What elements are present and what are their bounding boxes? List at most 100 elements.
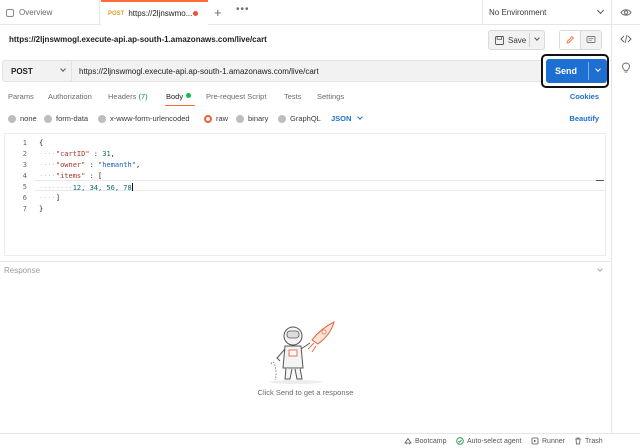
method-select[interactable]: POST [2, 60, 72, 82]
code-snippet-button[interactable] [620, 33, 632, 45]
tab-params[interactable]: Params [8, 92, 34, 101]
json-value: "hemanth" [98, 161, 136, 169]
code-line: { [39, 139, 43, 147]
radio-raw-label: raw [216, 114, 229, 123]
json-array-values: 12, 34, 56, 78 [72, 184, 132, 192]
chevron-down-icon[interactable] [595, 66, 601, 72]
json-bracket: [ [98, 172, 103, 180]
runner-label: Runner [542, 437, 565, 445]
runner-button[interactable]: Runner [531, 437, 565, 445]
trash-button[interactable]: Trash [574, 437, 603, 445]
response-label: Response [4, 266, 41, 275]
save-label: Save [508, 35, 527, 45]
radio-form-data[interactable]: form-data [44, 114, 88, 123]
code-line: ····] [39, 194, 61, 202]
bootcamp-icon [404, 437, 412, 445]
code-icon [620, 34, 632, 44]
line-number: 5 [22, 183, 27, 191]
edit-mode-button[interactable] [560, 31, 581, 49]
request-title-row: https://2ljnswmogl.execute-api.ap-south-… [0, 25, 611, 57]
body-editor[interactable]: 1 2 3 4 5 6 7 { ····"cartID" : 31, ····"… [4, 133, 606, 256]
tab-tests[interactable]: Tests [284, 92, 302, 101]
radio-graphql[interactable]: GraphQL [278, 114, 321, 123]
beautify-link[interactable]: Beautify [569, 114, 599, 123]
overview-icon [6, 8, 14, 17]
tab-settings[interactable]: Settings [317, 92, 344, 101]
json-key: "cartID" [55, 150, 90, 158]
tab-method-label: POST [108, 10, 125, 17]
radio-binary[interactable]: binary [236, 114, 268, 123]
radio-selected-icon [204, 114, 212, 123]
radio-circle-icon [278, 114, 286, 123]
radio-graphql-label: GraphQL [290, 114, 321, 123]
astronaut-illustration-icon [270, 321, 335, 384]
headers-count: (7) [138, 92, 148, 101]
format-label: JSON [331, 114, 352, 123]
chevron-down-icon[interactable] [534, 35, 540, 41]
tab-body[interactable]: Body [166, 92, 192, 101]
radio-urlencoded-label: x-www-form-urlencoded [110, 114, 190, 123]
tab-headers[interactable]: Headers (7) [108, 92, 148, 101]
lightbulb-icon [622, 62, 630, 73]
environment-select[interactable]: No Environment [482, 0, 611, 25]
chevron-down-icon [596, 6, 605, 15]
send-divider [588, 62, 589, 80]
trash-icon [575, 437, 581, 445]
radio-none[interactable]: none [8, 114, 37, 123]
check-circle-icon [456, 437, 464, 445]
tab-authorization[interactable]: Authorization [48, 92, 92, 101]
save-icon [495, 35, 504, 45]
view-mode-toggle [559, 30, 602, 50]
format-select[interactable]: JSON [331, 114, 364, 123]
save-button[interactable]: Save [488, 30, 545, 50]
url-input[interactable]: https://2ljnswmogl.execute-api.ap-south-… [72, 60, 542, 82]
status-bar: Bootcamp Auto-select agent Runner Trash [0, 433, 640, 448]
new-tab-button[interactable]: + [214, 5, 222, 20]
code-token: } [39, 205, 44, 213]
tab-overview[interactable]: Overview [0, 0, 100, 25]
line-gutter: 1 2 3 4 5 6 7 [5, 134, 33, 255]
auto-select-agent-label: Auto-select agent [467, 437, 522, 445]
json-value: 31 [102, 150, 111, 158]
body-type-selector: none form-data x-www-form-urlencoded raw… [0, 110, 611, 128]
radio-urlencoded[interactable]: x-www-form-urlencoded [98, 114, 190, 123]
response-divider[interactable] [0, 261, 611, 262]
json-key: "items" [55, 172, 86, 180]
send-button[interactable]: Send [546, 59, 607, 83]
chevron-down-icon [60, 66, 66, 72]
line-number: 1 [22, 139, 27, 147]
line-number: 4 [22, 172, 27, 180]
more-tabs-button[interactable]: ••• [236, 4, 250, 15]
radio-raw[interactable]: raw [204, 114, 228, 123]
request-tabs: Params Authorization Headers (7) Body Pr… [0, 88, 611, 106]
tab-pre-request-script[interactable]: Pre-request Script [206, 92, 266, 101]
auto-select-agent-button[interactable]: Auto-select agent [456, 437, 521, 445]
cookies-link[interactable]: Cookies [570, 92, 599, 101]
environment-quick-look-button[interactable] [611, 0, 640, 25]
line-number: 3 [22, 161, 27, 169]
chevron-down-icon[interactable] [597, 266, 603, 272]
radio-form-data-label: form-data [56, 114, 89, 123]
code-line: } [39, 205, 43, 213]
request-title[interactable]: https://2ljnswmogl.execute-api.ap-south-… [9, 35, 267, 44]
info-button[interactable] [620, 62, 632, 74]
runner-icon [531, 437, 539, 445]
chevron-down-icon [357, 114, 364, 120]
radio-circle-icon [44, 114, 52, 123]
empty-response-message: Click Send to get a response [257, 388, 354, 397]
code-line: ····"items" : [ [39, 172, 103, 180]
tab-headers-label: Headers [108, 92, 137, 101]
send-label: Send [555, 66, 578, 76]
text-cursor [131, 183, 133, 191]
code-token: { [39, 139, 44, 147]
bootcamp-button[interactable]: Bootcamp [404, 437, 447, 445]
json-key: "owner" [55, 161, 86, 169]
code-line: ····"cartID" : 31, [39, 150, 115, 158]
tab-bar: Overview POST https://2ljnswmo... + ••• … [0, 0, 640, 25]
url-text: https://2ljnswmogl.execute-api.ap-south-… [79, 66, 319, 76]
unsaved-dot-icon [193, 11, 198, 16]
tab-active-request[interactable]: POST https://2ljnswmo... [101, 0, 208, 25]
line-number: 7 [22, 205, 27, 213]
comment-mode-button[interactable] [580, 31, 601, 49]
code-line: ········12, 34, 56, 78 [39, 183, 133, 192]
